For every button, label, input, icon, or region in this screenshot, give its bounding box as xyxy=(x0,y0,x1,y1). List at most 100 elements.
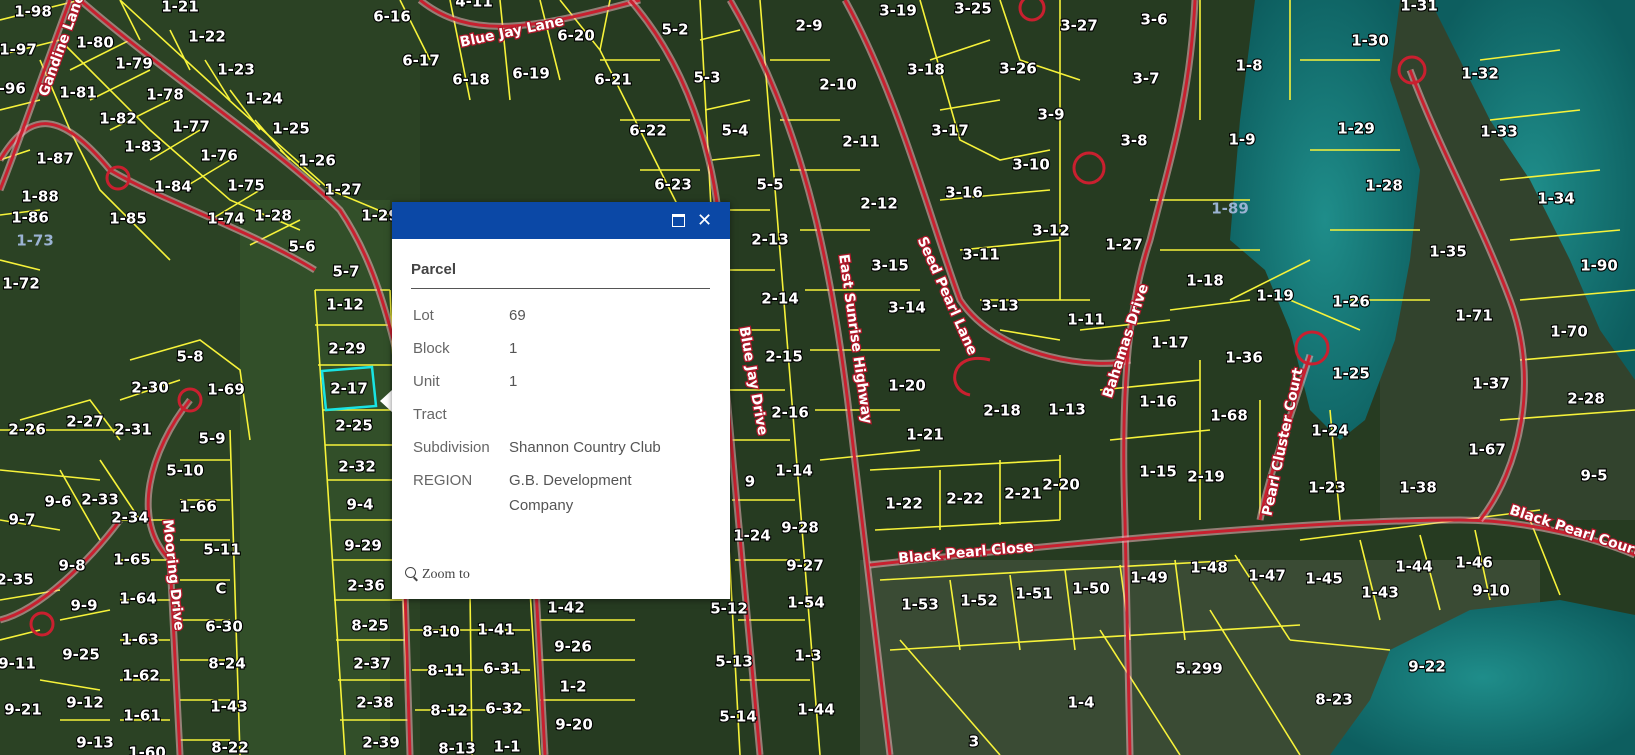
lot-label: 6-31 xyxy=(483,660,521,678)
lot-label: 1-27 xyxy=(1105,236,1143,254)
lot-label: 1-26 xyxy=(1332,293,1370,311)
lot-label: 1-21 xyxy=(906,426,944,444)
attribute-value: 1 xyxy=(509,340,518,357)
lot-label: 1-15 xyxy=(1139,463,1177,481)
lot-label: 1-13 xyxy=(1048,401,1086,419)
lot-label: 2-28 xyxy=(1567,390,1605,408)
lot-label: 5-9 xyxy=(198,430,225,448)
lot-label: 1-29 xyxy=(1337,120,1375,138)
lot-label: 5-13 xyxy=(715,653,753,671)
lot-label: 1-51 xyxy=(1015,585,1053,603)
lot-label: 2-37 xyxy=(353,655,391,673)
lot-label: 1-49 xyxy=(1130,569,1168,587)
lot-label: 2-17 xyxy=(330,380,368,398)
lot-label: 6-17 xyxy=(402,52,440,70)
lot-label: 1-71 xyxy=(1455,307,1493,325)
lot-label: 2-35 xyxy=(0,571,34,589)
lot-label: 8-10 xyxy=(422,623,460,641)
zoom-to-label: Zoom to xyxy=(422,567,470,582)
attribute-label: Block xyxy=(413,340,450,357)
lot-label: 6-19 xyxy=(512,65,550,83)
attribute-row: Subdivision Shannon Country Club xyxy=(411,431,701,464)
lot-label: 1-31 xyxy=(1400,0,1438,15)
lot-label: 3-27 xyxy=(1060,17,1098,35)
lot-label: 2-26 xyxy=(8,421,46,439)
attribute-label: REGION xyxy=(413,472,473,489)
lot-label: 3-10 xyxy=(1012,156,1050,174)
maximize-icon[interactable] xyxy=(672,202,694,239)
lot-label: 1-53 xyxy=(901,596,939,614)
lot-label: 2-21 xyxy=(1004,485,1042,503)
lot-label: 1-84 xyxy=(154,178,192,196)
lot-label: 1-98 xyxy=(14,3,52,21)
lot-label: 9-25 xyxy=(62,646,100,664)
lot-label: 1-97 xyxy=(0,41,37,59)
lot-label: 1-44 xyxy=(1395,558,1433,576)
lot-label: 2-31 xyxy=(114,421,152,439)
lot-label: 1-35 xyxy=(1429,243,1467,261)
lot-label: 9-5 xyxy=(1580,467,1607,485)
lot-label: 9-27 xyxy=(786,557,824,575)
lot-label: 1-33 xyxy=(1480,123,1518,141)
lot-label: 1-12 xyxy=(326,296,364,314)
lot-label: 6-23 xyxy=(654,176,692,194)
lot-label: 9-6 xyxy=(44,493,71,511)
lot-label: 9-22 xyxy=(1408,658,1446,676)
lot-label: 5-3 xyxy=(693,69,720,87)
lot-label: 6-30 xyxy=(205,618,243,636)
lot-label: 3-12 xyxy=(1032,222,1070,240)
lot-label: 1-16 xyxy=(1139,393,1177,411)
attribute-row: Block 1 xyxy=(411,332,701,365)
attribute-value xyxy=(507,398,701,431)
lot-label: 2-19 xyxy=(1187,468,1225,486)
lot-label: 1-4 xyxy=(1067,694,1094,712)
lot-label: 6-18 xyxy=(452,71,490,89)
lot-label: 3-6 xyxy=(1140,11,1167,29)
lot-label: 1-23 xyxy=(217,61,255,79)
lot-label: 9 xyxy=(745,473,755,491)
lot-label: 1-42 xyxy=(547,599,585,617)
parcel-map[interactable]: Blue Jay Lane Gandine Lane Blue Jay Driv… xyxy=(0,0,1635,755)
lot-label: 9-11 xyxy=(0,655,36,673)
lot-label: 1-68 xyxy=(1210,407,1248,425)
lot-label: 1-63 xyxy=(121,631,159,649)
lot-label: 9-13 xyxy=(76,734,114,752)
attribute-value: G.B. Development Company xyxy=(509,472,632,514)
lot-label: 2-32 xyxy=(338,458,376,476)
lot-label: 1-28 xyxy=(254,207,292,225)
lot-label: 3-7 xyxy=(1132,70,1159,88)
lot-label: 1-17 xyxy=(1151,334,1189,352)
lot-label: 2-12 xyxy=(860,195,898,213)
lot-label: 1-65 xyxy=(113,551,151,569)
lot-label: 1-26 xyxy=(298,152,336,170)
zoom-to-link[interactable]: Zoom to xyxy=(405,567,470,583)
lot-label: 1-81 xyxy=(59,84,97,102)
lot-label: 2-25 xyxy=(335,417,373,435)
lot-label: 1-61 xyxy=(123,707,161,725)
lot-label: 1-77 xyxy=(172,118,210,136)
attribute-value: 69 xyxy=(509,307,526,324)
close-icon[interactable]: ✕ xyxy=(697,202,717,239)
lot-label: 2-34 xyxy=(111,509,149,527)
lot-label: 1-37 xyxy=(1472,375,1510,393)
lot-label: 1-24 xyxy=(1311,422,1349,440)
attribute-row: Unit 1 xyxy=(411,365,701,398)
lot-label: 1-36 xyxy=(1225,349,1263,367)
popup-pointer xyxy=(380,390,392,412)
lot-label: 1-21 xyxy=(161,0,199,16)
lot-label: 5-2 xyxy=(661,21,688,39)
lot-label: 1-72 xyxy=(2,275,40,293)
lot-label: 3-19 xyxy=(879,2,917,20)
lot-label: 3-13 xyxy=(981,297,1019,315)
lot-label: C xyxy=(215,580,226,598)
lot-label: 1-22 xyxy=(885,495,923,513)
lot-label: 3-18 xyxy=(907,61,945,79)
lot-label: 2-10 xyxy=(819,76,857,94)
lot-label: 9-20 xyxy=(555,716,593,734)
lot-label: 9-7 xyxy=(8,511,35,529)
lot-label: 2-16 xyxy=(771,404,809,422)
lot-label: 3-8 xyxy=(1120,132,1147,150)
lot-label: 2-33 xyxy=(81,491,119,509)
lot-label: 1-75 xyxy=(227,177,265,195)
lot-label: 1-76 xyxy=(200,147,238,165)
